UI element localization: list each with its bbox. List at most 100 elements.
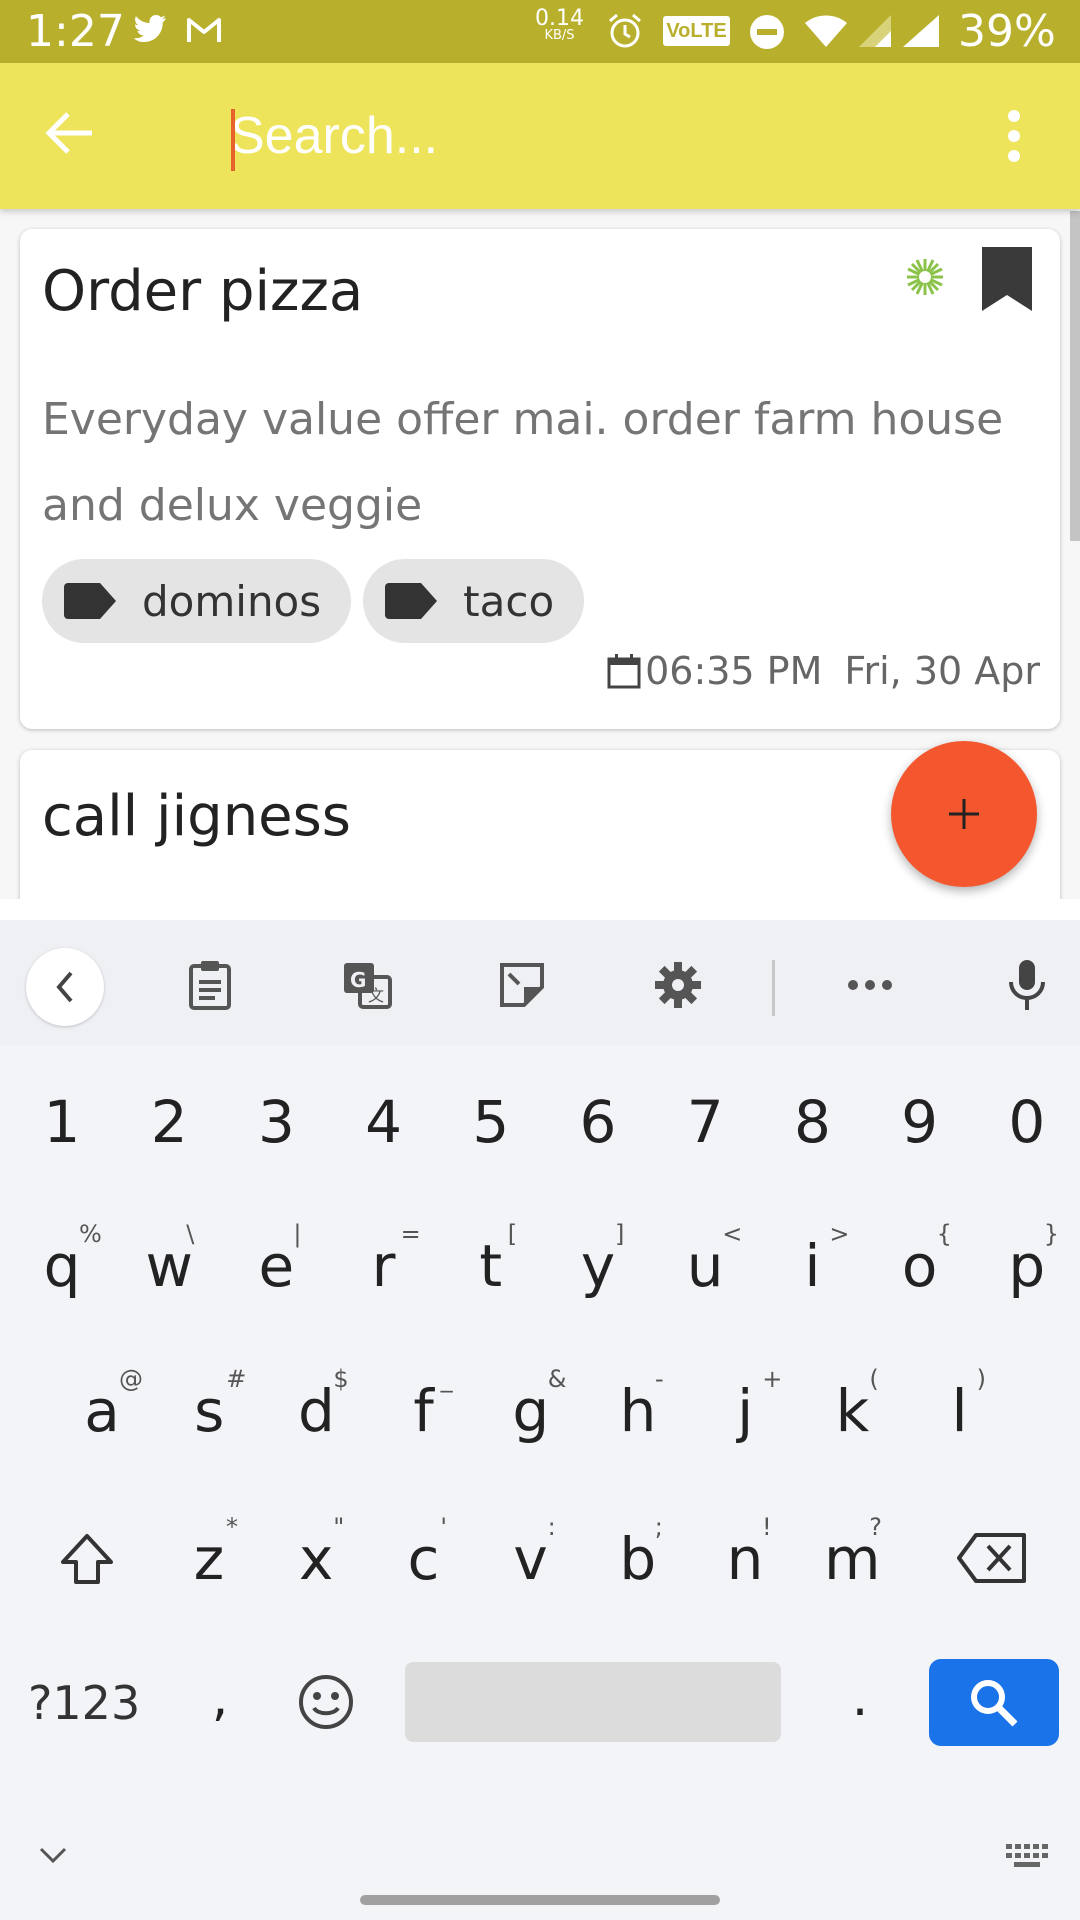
note-date: Fri, 30 Apr [844,649,1040,693]
priority-sun-icon [905,257,945,302]
tag-chip[interactable]: dominos [42,559,352,643]
key-n[interactable]: n! [700,1513,790,1615]
emoji-icon[interactable] [298,1674,354,1735]
key-hint: ? [869,1513,882,1541]
key-digit-3[interactable]: 3 [231,1088,321,1178]
key-label: 9 [901,1088,939,1156]
comma-key[interactable]: , [200,1668,240,1738]
clipboard-icon[interactable] [175,950,245,1020]
key-digit-2[interactable]: 2 [124,1088,214,1178]
key-label: 1 [43,1088,81,1156]
note-title: call jigness [42,784,351,849]
label-icon [385,583,438,619]
key-i[interactable]: i > [767,1220,857,1322]
key-label: w [145,1232,193,1300]
key-c[interactable]: c ' [378,1513,468,1615]
signal-icon [902,14,940,53]
key-digit-0[interactable]: 0 [982,1088,1072,1178]
twitter-icon [132,14,168,51]
key-hint: ( [869,1365,879,1393]
key-s[interactable]: s # [164,1365,254,1467]
key-z[interactable]: z * [164,1513,254,1615]
key-hint: ' [440,1513,447,1541]
key-a[interactable]: a @ [57,1365,147,1467]
key-label: 7 [686,1088,724,1156]
key-b[interactable]: b; [593,1513,683,1615]
key-label: 2 [150,1088,188,1156]
plus-icon [949,799,979,829]
add-note-button[interactable] [891,741,1037,887]
key-hint: = [400,1220,421,1248]
space-bar[interactable] [405,1662,781,1742]
key-digit-6[interactable]: 6 [553,1088,643,1178]
keyboard-switch-icon[interactable] [1006,1844,1048,1875]
key-hint: $ [333,1365,349,1393]
signal-weak-icon [858,14,892,53]
chevron-left-icon[interactable] [26,948,104,1026]
more-horizontal-icon[interactable] [835,950,905,1020]
key-w[interactable]: w \ [124,1220,214,1322]
keyboard: G文 1 2 3 4 5 6 7 8 9 0 q% w \ e | r = t[y] u < i > o{p} a @ s # d $ f… [0,920,1080,1920]
key-t[interactable]: t[ [446,1220,536,1322]
key-r[interactable]: r = [339,1220,429,1322]
note-datetime: 06:35 PM Fri, 30 Apr [607,649,1040,693]
key-e[interactable]: e | [231,1220,321,1322]
key-digit-5[interactable]: 5 [446,1088,536,1178]
key-o[interactable]: o{ [875,1220,965,1322]
key-digit-1[interactable]: 1 [17,1088,107,1178]
sticker-icon[interactable] [487,950,557,1020]
key-f[interactable]: f _ [379,1365,469,1467]
key-g[interactable]: g & [486,1365,576,1467]
note-body: Everyday value offer mai. order farm hou… [42,394,1004,531]
back-arrow-icon[interactable] [44,111,104,161]
key-m[interactable]: m? [807,1513,897,1615]
backspace-icon[interactable] [956,1532,1028,1589]
key-digit-7[interactable]: 7 [660,1088,750,1178]
symbols-key[interactable]: ?123 [28,1676,140,1730]
key-label: m [823,1525,881,1593]
key-hint: * [226,1513,238,1541]
key-label: t [479,1232,503,1300]
tag-label: dominos [142,576,322,626]
search-input[interactable] [228,99,928,173]
key-hint: _ [440,1365,453,1393]
note-time: 06:35 PM [645,649,823,693]
key-p[interactable]: p} [982,1220,1072,1322]
note-card[interactable]: Order pizza Everyday value offer mai. or… [20,229,1060,729]
translate-icon[interactable]: G文 [332,950,402,1020]
key-label: 5 [472,1088,510,1156]
home-indicator [360,1895,720,1905]
key-hint: # [226,1365,247,1393]
key-j[interactable]: j + [700,1365,790,1467]
bookmark-icon[interactable] [982,247,1032,316]
tag-chip[interactable]: taco [363,559,585,643]
gmail-icon [186,16,222,49]
key-x[interactable]: x " [271,1513,361,1615]
battery-level: 39% [958,6,1056,57]
key-label: n [726,1525,764,1593]
key-v[interactable]: v: [486,1513,576,1615]
key-label: l [951,1377,968,1445]
hide-keyboard-icon[interactable] [38,1845,68,1870]
text-cursor [231,109,235,171]
keyboard-toolbar: G文 [0,920,1080,1045]
microphone-icon[interactable] [992,950,1062,1020]
key-label: b [619,1525,657,1593]
key-digit-4[interactable]: 4 [339,1088,429,1178]
key-h[interactable]: h- [593,1365,683,1467]
key-l[interactable]: l) [915,1365,1005,1467]
period-key[interactable]: . [840,1668,880,1738]
key-digit-8[interactable]: 8 [767,1088,857,1178]
key-u[interactable]: u < [660,1220,750,1322]
key-k[interactable]: k( [807,1365,897,1467]
shift-icon[interactable] [52,1525,122,1595]
key-y[interactable]: y] [553,1220,643,1322]
settings-gear-icon[interactable] [643,950,713,1020]
scrollbar[interactable] [1070,211,1080,541]
more-options-icon[interactable] [1006,109,1022,163]
key-q[interactable]: q% [17,1220,107,1322]
key-d[interactable]: d $ [271,1365,361,1467]
search-field[interactable] [228,99,928,173]
key-digit-9[interactable]: 9 [875,1088,965,1178]
search-key[interactable] [929,1659,1059,1746]
